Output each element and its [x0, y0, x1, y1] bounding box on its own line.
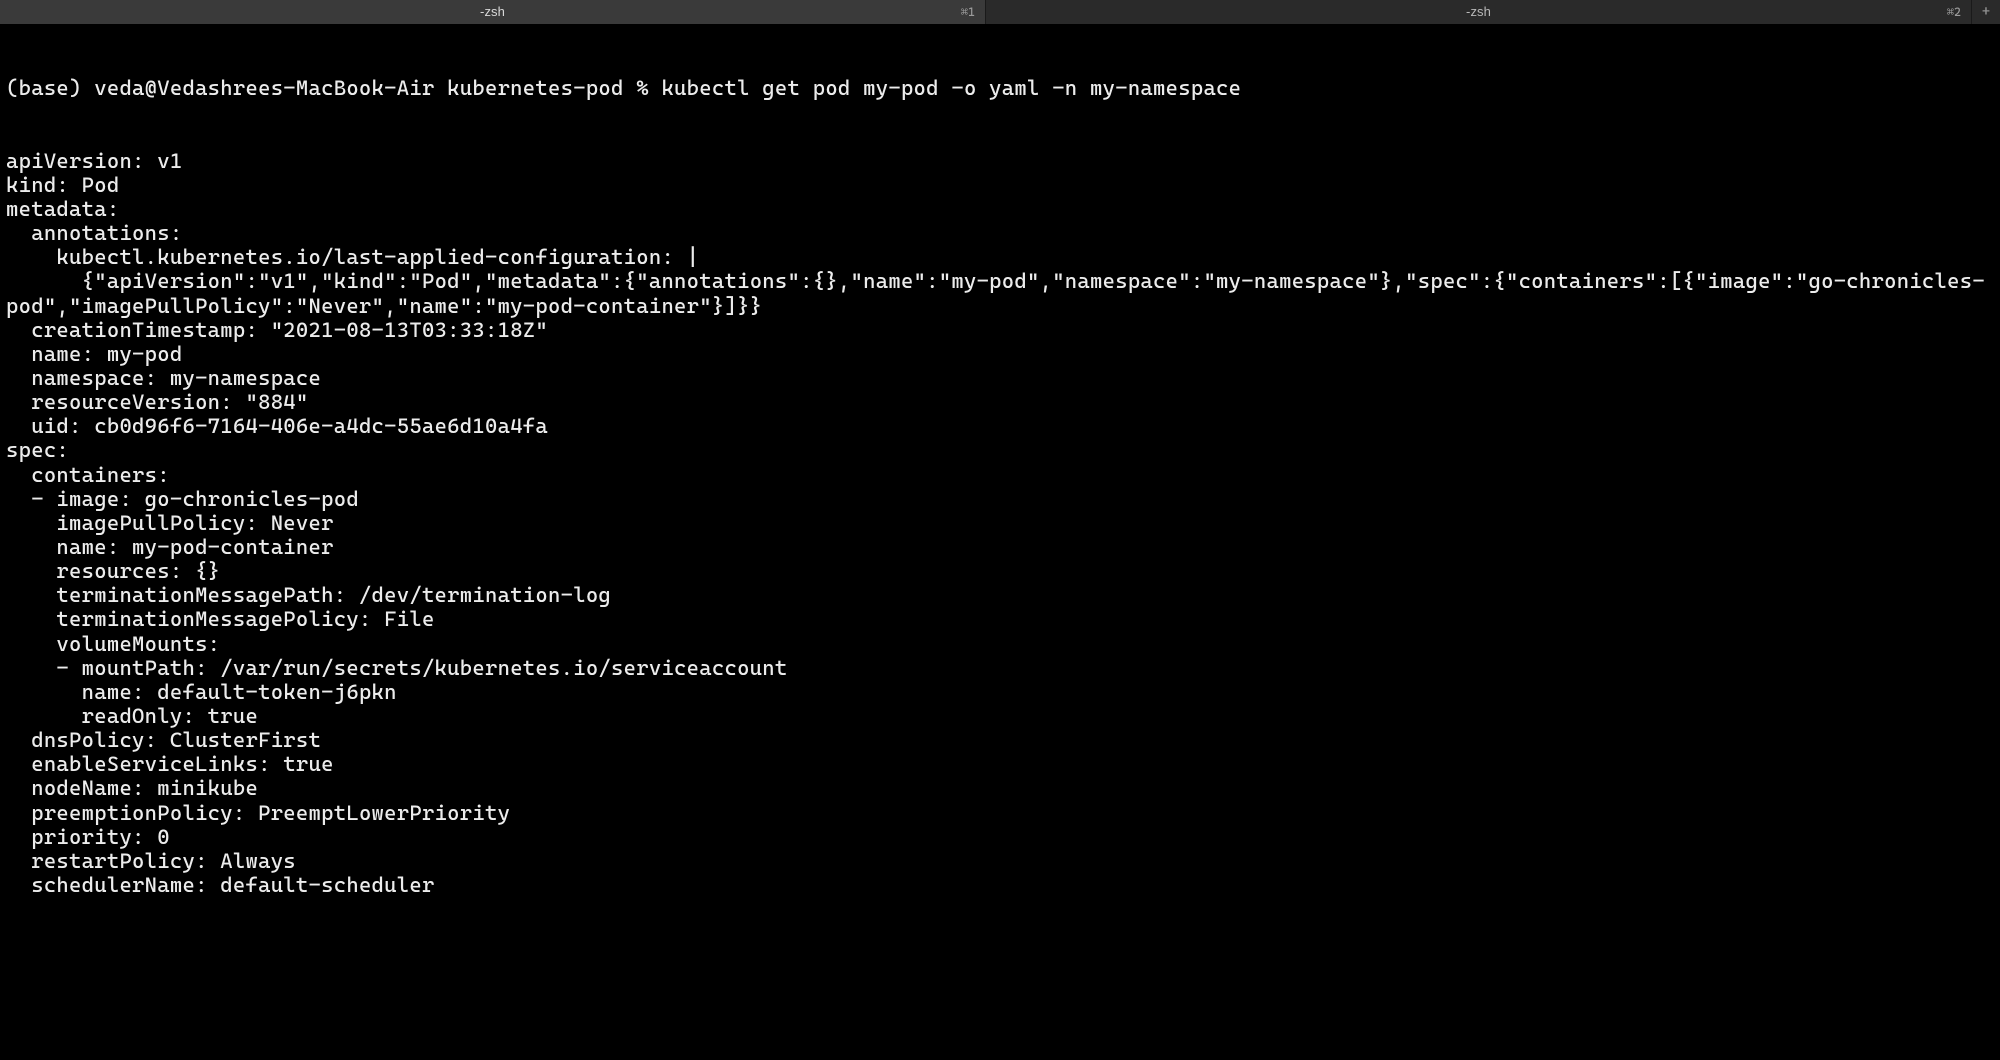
tab-bar: -zsh ⌘1 -zsh ⌘2 +: [0, 0, 2000, 24]
output-line: containers:: [6, 463, 1994, 487]
add-tab-button[interactable]: +: [1972, 0, 2000, 24]
output-line: restartPolicy: Always: [6, 849, 1994, 873]
tab-2[interactable]: -zsh ⌘2: [986, 0, 1972, 24]
output-line: schedulerName: default-scheduler: [6, 873, 1994, 897]
tab-title: -zsh: [1466, 0, 1491, 24]
output-line: enableServiceLinks: true: [6, 752, 1994, 776]
output-line: resourceVersion: "884": [6, 390, 1994, 414]
tab-shortcut: ⌘2: [1947, 0, 1961, 24]
output-line: spec:: [6, 438, 1994, 462]
output-line: annotations:: [6, 221, 1994, 245]
output-line: terminationMessagePath: /dev/termination…: [6, 583, 1994, 607]
output-line: namespace: my-namespace: [6, 366, 1994, 390]
prompt: (base) veda@Vedashrees-MacBook-Air kuber…: [6, 76, 661, 100]
output-line: volumeMounts:: [6, 632, 1994, 656]
tab-shortcut: ⌘1: [961, 0, 975, 24]
output-line: dnsPolicy: ClusterFirst: [6, 728, 1994, 752]
output-line: apiVersion: v1: [6, 149, 1994, 173]
plus-icon: +: [1982, 0, 1990, 24]
tab-1[interactable]: -zsh ⌘1: [0, 0, 986, 24]
prompt-line: (base) veda@Vedashrees-MacBook-Air kuber…: [6, 76, 1994, 100]
tab-title: -zsh: [480, 0, 505, 24]
output-line: readOnly: true: [6, 704, 1994, 728]
output-line: uid: cb0d96f6-7164-406e-a4dc-55ae6d10a4f…: [6, 414, 1994, 438]
output-line: priority: 0: [6, 825, 1994, 849]
output-line: {"apiVersion":"v1","kind":"Pod","metadat…: [6, 269, 1994, 317]
output-line: nodeName: minikube: [6, 776, 1994, 800]
output-line: - mountPath: /var/run/secrets/kubernetes…: [6, 656, 1994, 680]
output-line: name: my-pod-container: [6, 535, 1994, 559]
output-line: resources: {}: [6, 559, 1994, 583]
output-line: name: my-pod: [6, 342, 1994, 366]
output-line: kind: Pod: [6, 173, 1994, 197]
output-line: creationTimestamp: "2021-08-13T03:33:18Z…: [6, 318, 1994, 342]
output-line: metadata:: [6, 197, 1994, 221]
command: kubectl get pod my-pod -o yaml -n my-nam…: [661, 76, 1241, 100]
output-line: preemptionPolicy: PreemptLowerPriority: [6, 801, 1994, 825]
terminal-output: apiVersion: v1kind: Podmetadata: annotat…: [6, 149, 1994, 897]
output-line: - image: go-chronicles-pod: [6, 487, 1994, 511]
output-line: kubectl.kubernetes.io/last-applied-confi…: [6, 245, 1994, 269]
terminal-viewport[interactable]: (base) veda@Vedashrees-MacBook-Air kuber…: [0, 24, 2000, 921]
output-line: name: default-token-j6pkn: [6, 680, 1994, 704]
output-line: terminationMessagePolicy: File: [6, 607, 1994, 631]
output-line: imagePullPolicy: Never: [6, 511, 1994, 535]
